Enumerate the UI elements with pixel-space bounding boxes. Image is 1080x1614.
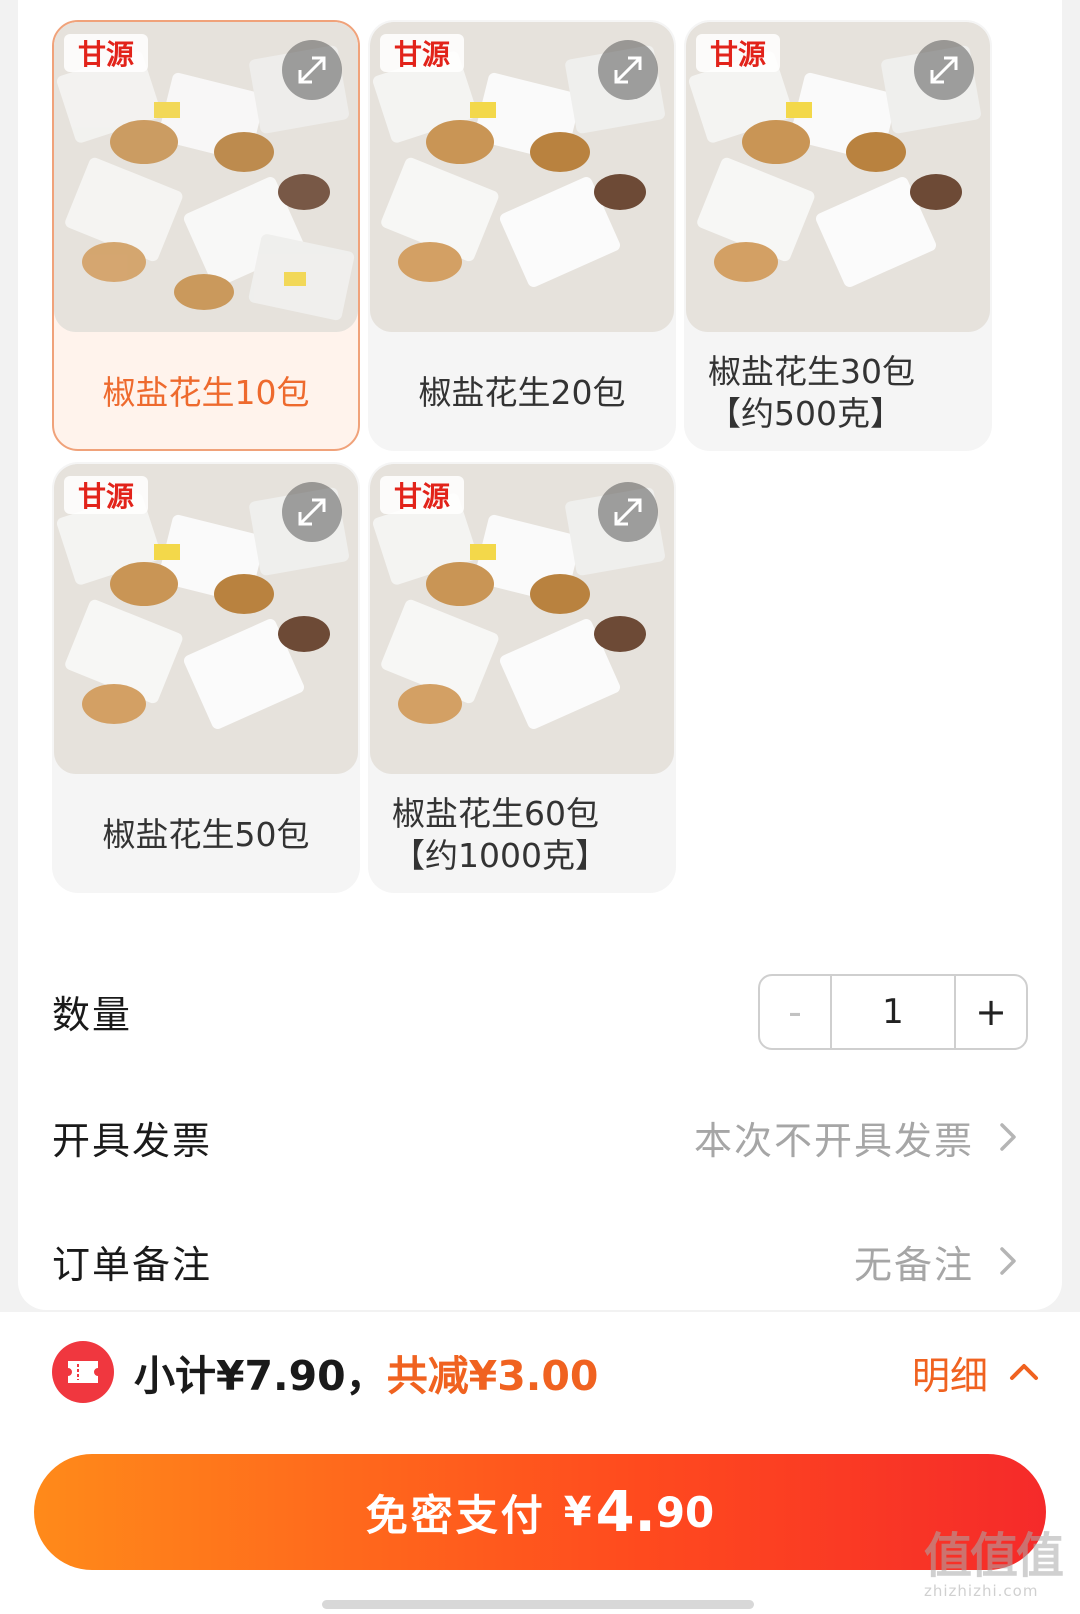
- sku-option-50[interactable]: 甘源 椒盐花生50包: [52, 462, 360, 893]
- pay-label: 免密支付: [365, 1490, 546, 1540]
- brand-logo: 甘源: [394, 38, 450, 71]
- invoice-label: 开具发票: [52, 1118, 213, 1163]
- sku-option-20[interactable]: 甘源 椒盐花生20包: [368, 20, 676, 451]
- sku-option-60[interactable]: 甘源 椒盐花生60包【约1000克】: [368, 462, 676, 893]
- invoice-value: 本次不开具发票: [693, 1118, 974, 1163]
- pay-button[interactable]: 免密支付 ¥ 4. 90: [34, 1454, 1046, 1570]
- product-thumbnail: 甘源: [686, 22, 990, 332]
- order-remark-row[interactable]: 订单备注 无备注: [52, 1216, 1028, 1306]
- sku-label: 椒盐花生60包【约1000克】: [392, 794, 608, 875]
- sku-label: 椒盐花生20包: [418, 372, 626, 412]
- price-summary: 小计¥7.90， 共减¥3.00: [134, 1340, 598, 1404]
- invoice-value-wrap: 本次不开具发票: [694, 1110, 1028, 1165]
- remark-value: 无备注: [853, 1242, 974, 1287]
- product-thumbnail: 甘源: [370, 464, 674, 774]
- detail-label: 明细: [912, 1353, 989, 1398]
- chevron-right-icon: [1000, 1247, 1016, 1275]
- chevron-right-icon: [1000, 1123, 1016, 1151]
- quantity-value[interactable]: 1: [832, 976, 954, 1048]
- decrease-button[interactable]: -: [760, 976, 832, 1048]
- invoice-row[interactable]: 开具发票 本次不开具发票: [52, 1092, 1028, 1182]
- watermark: 值值值 zhizhizhi.com: [924, 1530, 1074, 1610]
- watermark-domain: zhizhizhi.com: [924, 1582, 1039, 1600]
- product-thumbnail: 甘源: [370, 22, 674, 332]
- brand-logo: 甘源: [78, 480, 134, 513]
- home-indicator: [322, 1600, 754, 1609]
- watermark-logo: 值值值: [924, 1528, 1064, 1584]
- subtotal-text: 小计¥7.90，: [134, 1352, 387, 1400]
- remark-value-wrap: 无备注: [854, 1234, 1028, 1289]
- discount-text: 共减¥3.00: [386, 1352, 599, 1400]
- brand-logo: 甘源: [78, 38, 134, 71]
- sku-label: 椒盐花生10包: [102, 372, 310, 412]
- pay-amount-integer: 4.: [595, 1479, 656, 1545]
- increase-button[interactable]: +: [954, 976, 1026, 1048]
- chevron-up-icon: [1010, 1364, 1039, 1380]
- quantity-label: 数量: [52, 992, 133, 1037]
- sku-label: 椒盐花生30包【约500克】: [708, 352, 915, 433]
- remark-label: 订单备注: [52, 1242, 213, 1287]
- brand-logo: 甘源: [394, 480, 450, 513]
- pay-currency: ¥: [563, 1489, 592, 1535]
- product-thumbnail: 甘源: [54, 22, 358, 332]
- detail-toggle[interactable]: 明细: [912, 1340, 1044, 1404]
- brand-logo: 甘源: [710, 38, 766, 71]
- pay-amount-decimal: 90: [655, 1487, 715, 1537]
- quantity-stepper[interactable]: - 1 +: [758, 974, 1028, 1050]
- sku-label: 椒盐花生50包: [102, 814, 310, 854]
- sku-option-30[interactable]: 甘源 椒盐花生30包【约500克】: [684, 20, 992, 451]
- coupon-icon: [52, 1341, 114, 1403]
- sku-option-10[interactable]: 甘源 椒盐花生10包: [52, 20, 360, 451]
- product-thumbnail: 甘源: [54, 464, 358, 774]
